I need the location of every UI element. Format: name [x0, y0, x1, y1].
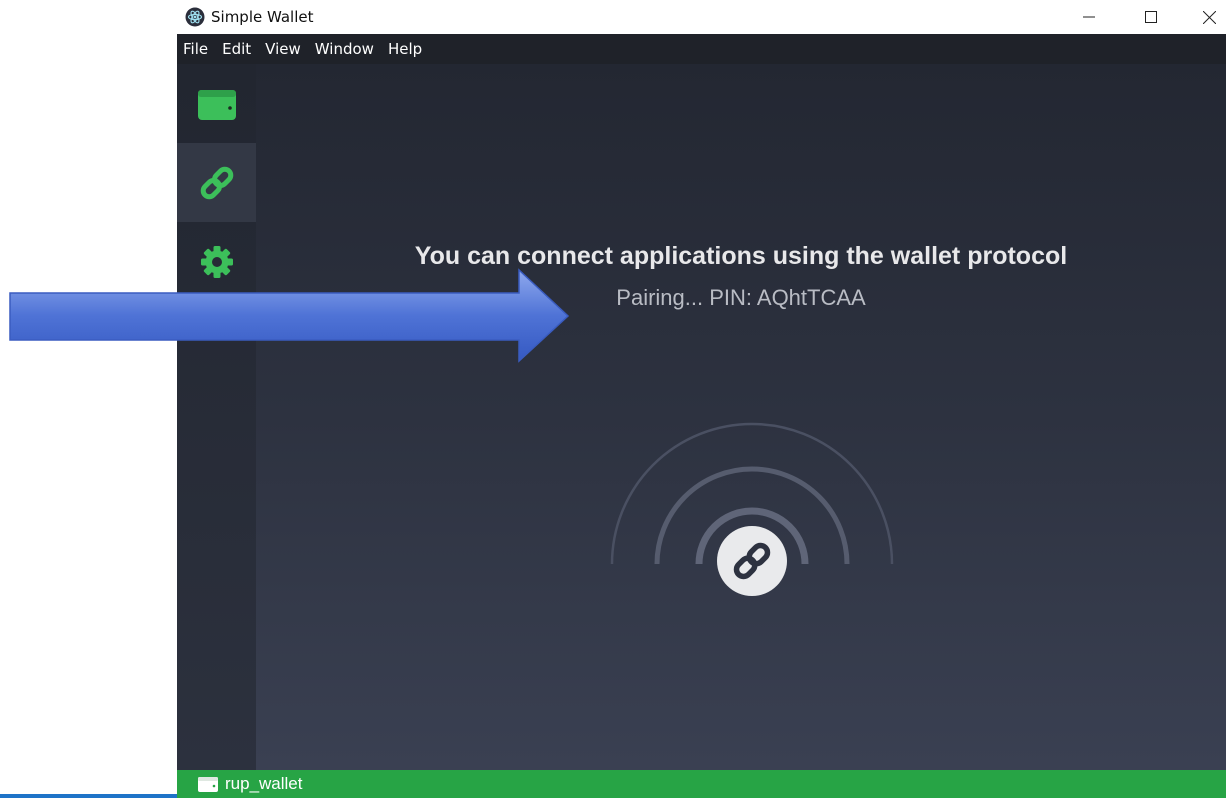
- pairing-radar-graphic: [610, 422, 894, 596]
- close-button[interactable]: [1187, 0, 1226, 34]
- app-logo-icon: [185, 7, 205, 27]
- wallet-icon: [198, 777, 218, 792]
- title-bar: Simple Wallet: [177, 0, 1226, 34]
- close-icon: [1202, 10, 1216, 24]
- menu-file[interactable]: File: [177, 34, 215, 64]
- minimize-icon: [1083, 16, 1095, 18]
- menu-view[interactable]: View: [258, 34, 308, 64]
- maximize-button[interactable]: [1129, 0, 1173, 34]
- maximize-icon: [1145, 11, 1157, 23]
- minimize-button[interactable]: [1067, 0, 1111, 34]
- menu-help[interactable]: Help: [381, 34, 429, 64]
- status-bar: rup_wallet: [177, 770, 1226, 798]
- menu-bar: File Edit View Window Help: [177, 34, 1226, 64]
- app-window: Simple Wallet File Edit View Window Help: [177, 0, 1226, 798]
- main-content: You can connect applications using the w…: [177, 64, 1226, 770]
- window-title: Simple Wallet: [211, 8, 314, 26]
- menu-window[interactable]: Window: [308, 34, 381, 64]
- taskbar-edge: [0, 794, 177, 798]
- wallet-name: rup_wallet: [225, 774, 303, 793]
- menu-edit[interactable]: Edit: [215, 34, 258, 64]
